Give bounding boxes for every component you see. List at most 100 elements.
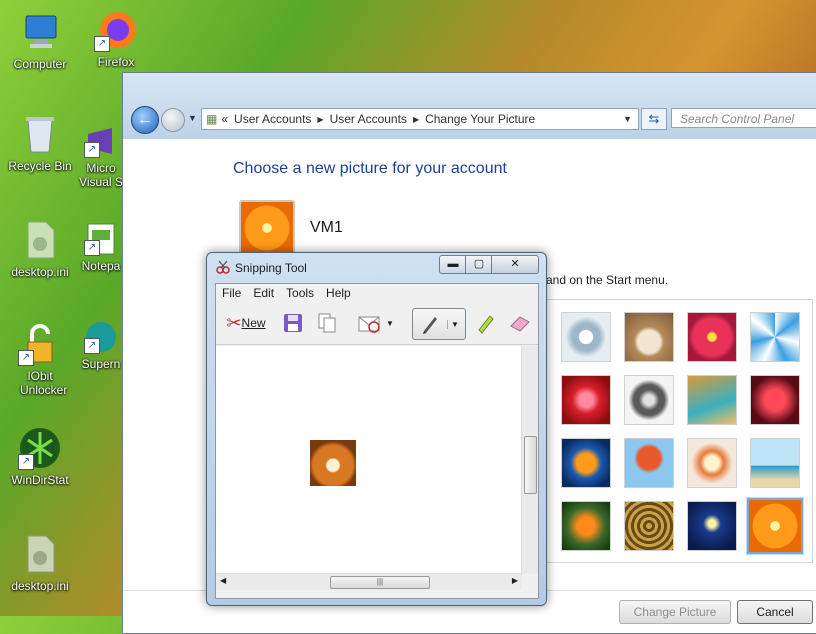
save-snip-button[interactable] [280,308,306,338]
desktop-icon-label: Computer [13,57,67,71]
highlighter-button[interactable] [472,308,498,338]
search-input[interactable]: Search Control Panel [671,108,816,128]
windirstat-icon: ↗ [18,426,62,470]
desktop-icon-super[interactable]: ↗ Supern [76,320,126,371]
desktop-icon-label: Firefox [97,55,135,69]
desktop-icon-label: WinDirStat [11,473,69,487]
settings-file-icon [18,532,62,576]
chevron-down-icon[interactable]: ▼ [623,114,632,124]
close-button[interactable]: ✕ [491,255,539,274]
recycle-bin-icon [18,112,62,156]
scissors-icon [215,259,231,275]
picture-option[interactable] [687,438,737,488]
scroll-thumb[interactable]: ||| [330,576,430,589]
picture-option[interactable] [624,375,674,425]
window-title: Snipping Tool [235,261,307,275]
desktop-icon-notepad[interactable]: ↗ Notepa [76,222,126,273]
picture-option-selected[interactable] [746,497,804,555]
breadcrumb-overflow[interactable]: « [221,112,228,126]
scissors-icon: ✂ [226,312,242,333]
description-text: and on the Start menu. [546,273,669,287]
picture-option[interactable] [750,375,800,425]
desktop-icon-label: desktop.ini [11,579,69,593]
picture-option[interactable] [750,438,800,488]
breadcrumb-separator-icon[interactable]: ▶ [317,115,323,124]
menu-file[interactable]: File [216,284,247,302]
picture-option[interactable] [687,501,737,551]
shortcut-arrow-icon: ↗ [84,240,100,256]
toolbar: ✂ New ▼ ▼ [216,304,538,345]
cancel-button[interactable]: Cancel [737,600,813,624]
picture-option[interactable] [750,312,800,362]
desktop-icon-computer[interactable]: Computer [0,10,80,71]
picture-option[interactable] [624,438,674,488]
new-label: New [241,316,266,330]
scroll-right-icon[interactable]: ▶ [512,576,518,585]
forward-arrow-icon[interactable] [161,108,185,132]
chevron-down-icon[interactable]: ▼ [447,319,459,329]
super-icon: ↗ [84,320,118,354]
desktop-icon-visual-studio[interactable]: ↗ Micro Visual S [76,124,126,189]
back-arrow-icon[interactable]: ← [131,106,159,134]
picture-option[interactable] [561,501,611,551]
menu-bar: File Edit Tools Help [216,284,538,302]
picture-option[interactable] [561,312,611,362]
send-snip-button[interactable]: ▼ [350,308,400,338]
copy-button[interactable] [314,308,340,338]
settings-file-icon [18,218,62,262]
picture-option[interactable] [624,312,674,362]
snip-canvas[interactable] [216,346,538,574]
picture-option[interactable] [561,375,611,425]
desktop-icon-desktop-ini[interactable]: desktop.ini [0,218,80,279]
desktop-icon-label: IObit Unlocker [20,369,68,397]
minimize-button[interactable]: ▬ [439,255,467,274]
current-account-picture [239,200,295,256]
menu-help[interactable]: Help [320,284,357,302]
eraser-button[interactable] [506,308,534,338]
shortcut-arrow-icon: ↗ [84,338,100,354]
captured-snip-image [310,440,356,486]
eraser-icon [510,316,530,332]
change-picture-button[interactable]: Change Picture [619,600,731,624]
desktop-icon-windirstat[interactable]: ↗ WinDirStat [0,426,80,487]
horizontal-scrollbar[interactable]: ◀ ||| ▶ [216,573,522,590]
snipping-tool-client: File Edit Tools Help ✂ New ▼ ▼ ◀ ||| ▶ [215,283,539,599]
notepad-icon: ↗ [84,222,118,256]
pen-button[interactable]: ▼ [412,308,466,340]
desktop-icon-iobit-unlocker[interactable]: ↗ IObit Unlocker [0,322,80,397]
email-icon [358,316,380,333]
breadcrumb-item[interactable]: User Accounts [330,112,407,126]
breadcrumb-item[interactable]: Change Your Picture [425,112,535,126]
highlighter-icon [478,315,494,334]
recent-pages-dropdown-icon[interactable]: ▼ [188,113,197,123]
scroll-thumb[interactable] [524,436,537,494]
shortcut-arrow-icon: ↗ [94,36,110,52]
copy-icon [318,313,336,333]
address-bar[interactable]: ▦ « User Accounts ▶ User Accounts ▶ Chan… [201,108,639,130]
picture-option[interactable] [561,438,611,488]
desktop-icon-label: Notepa [81,259,121,273]
vertical-scrollbar[interactable] [521,346,538,574]
refresh-icon[interactable]: ⇆ [641,108,667,130]
picture-option[interactable] [624,501,674,551]
maximize-button[interactable]: ▢ [465,255,493,274]
menu-edit[interactable]: Edit [247,284,280,302]
picture-option[interactable] [687,375,737,425]
desktop-icon-label: Micro Visual S [79,161,123,189]
breadcrumb-separator-icon[interactable]: ▶ [413,115,419,124]
desktop-icon-desktop-ini-2[interactable]: desktop.ini [0,532,80,593]
picture-option[interactable] [687,312,737,362]
new-snip-button[interactable]: ✂ New [218,308,274,338]
desktop-icon-recycle-bin[interactable]: Recycle Bin [0,112,80,173]
chevron-down-icon[interactable]: ▼ [386,319,394,328]
picture-grid [546,299,813,563]
snipping-tool-window: Snipping Tool ▬ ▢ ✕ File Edit Tools Help… [206,252,547,606]
scroll-left-icon[interactable]: ◀ [220,576,226,585]
breadcrumb-item[interactable]: User Accounts [234,112,311,126]
control-panel-icon: ▦ [206,112,218,126]
desktop-icon-label: Supern [81,357,121,371]
desktop-icon-firefox[interactable]: ↗ Firefox [76,8,156,69]
menu-tools[interactable]: Tools [280,284,320,302]
account-name: VM1 [310,219,343,236]
shortcut-arrow-icon: ↗ [18,350,34,366]
